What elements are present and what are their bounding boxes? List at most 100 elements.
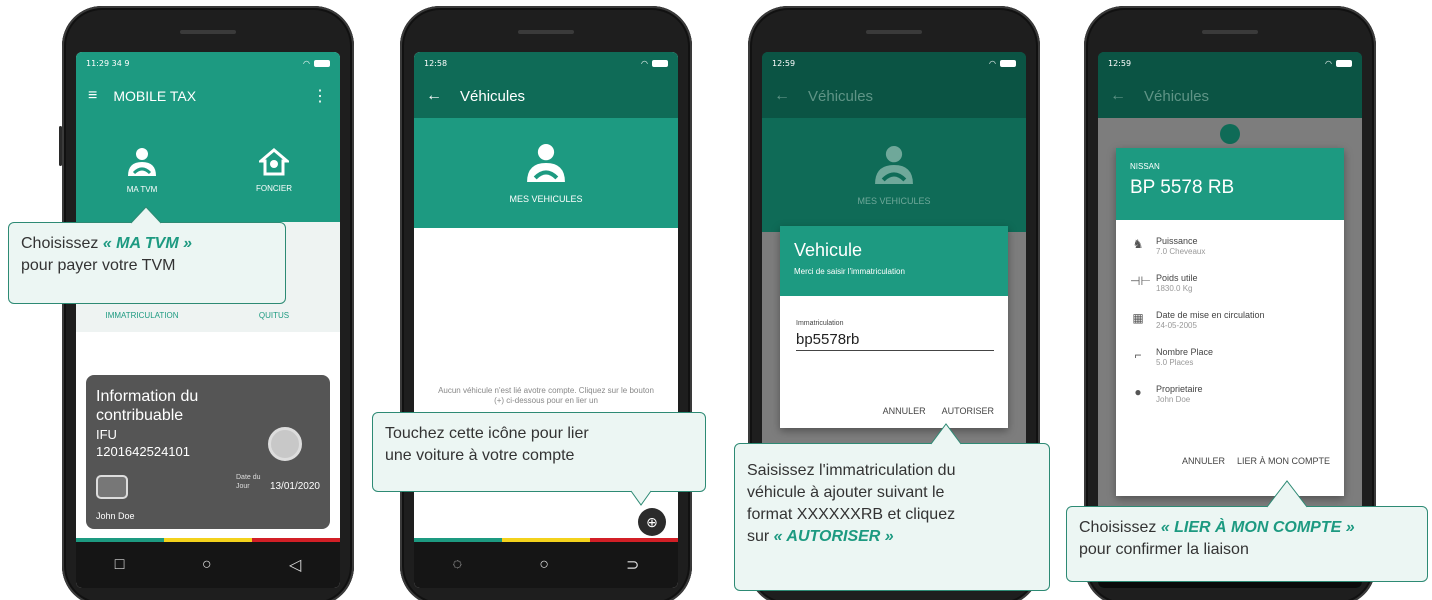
callout-text: une voiture à votre compte bbox=[385, 447, 575, 464]
status-icons: ◠ bbox=[641, 59, 668, 68]
callout-text: Touchez cette icône pour lier bbox=[385, 425, 589, 442]
wifi-icon: ◠ bbox=[989, 58, 996, 68]
phone-screen-2: 12:58 ◠ ← Véhicules MES VEHICULES Aucun … bbox=[414, 52, 678, 588]
status-icons: ◠ bbox=[1325, 59, 1352, 68]
taxpayer-card: Information du contribuable IFU 12016425… bbox=[86, 375, 330, 529]
wifi-icon: ◠ bbox=[303, 58, 310, 68]
system-nav-bar: ◌ ○ ⊃ bbox=[414, 542, 678, 588]
phone-screen-1: 11:29 34 9 ◠ ≡ MOBILE TAX ⋮ MA TVM FONCI… bbox=[76, 52, 340, 588]
vehicles-hero: MES VEHICULES bbox=[414, 118, 678, 228]
driver-icon bbox=[875, 146, 913, 184]
home-button[interactable]: ○ bbox=[202, 556, 212, 574]
callout-emphasis: « LIER À MON COMPTE » bbox=[1160, 519, 1355, 536]
driver-icon bbox=[527, 144, 565, 182]
callout-text: sur bbox=[747, 528, 774, 545]
add-vehicle-fab[interactable]: ⊕ bbox=[638, 508, 666, 536]
tile-label: IMMATRICULATION bbox=[105, 311, 179, 320]
card-name: John Doe bbox=[96, 511, 135, 521]
recents-button[interactable]: ◌ bbox=[453, 556, 463, 574]
callout-text: pour payer votre TVM bbox=[21, 257, 176, 274]
card-title-line1: Information du bbox=[96, 388, 199, 405]
status-bar: 12:59 ◠ bbox=[1098, 52, 1362, 74]
app-bar: ← Véhicules bbox=[1098, 74, 1362, 118]
callout-pointer bbox=[1266, 480, 1308, 508]
callout-immatriculation: Saisissez l'immatriculation du véhicule … bbox=[734, 423, 1050, 591]
detail-row-power: ♞ Puissance 7.0 Cheveaux bbox=[1116, 236, 1344, 257]
phone-frame-2: 12:58 ◠ ← Véhicules MES VEHICULES Aucun … bbox=[400, 6, 692, 600]
callout-emphasis: « MA TVM » bbox=[102, 235, 193, 252]
battery-icon bbox=[314, 59, 330, 67]
cancel-button[interactable]: ANNULER bbox=[883, 406, 926, 416]
wifi-icon: ◠ bbox=[641, 58, 648, 68]
card-date: 13/01/2020 bbox=[269, 481, 320, 492]
callout-link-account: Choisissez « LIER À MON COMPTE » pour co… bbox=[1066, 480, 1428, 582]
recents-button[interactable]: □ bbox=[115, 556, 125, 574]
battery-icon bbox=[652, 59, 668, 67]
detail-row-seats: ⌐ Nombre Place 5.0 Places bbox=[1116, 347, 1344, 368]
hero-label: MES VEHICULES bbox=[509, 194, 583, 204]
detail-row-owner: ● Proprietaire John Doe bbox=[1116, 384, 1344, 405]
field-label: Immatriculation bbox=[796, 320, 844, 327]
hamburger-menu-icon[interactable]: ≡ bbox=[88, 87, 97, 105]
person-icon: ● bbox=[1134, 385, 1142, 399]
callout-text: Saisissez l'immatriculation du bbox=[747, 462, 956, 479]
chess-knight-icon: ♞ bbox=[1132, 237, 1144, 251]
detail-row-weight: ⊣⊢ Poids utile 1830.0 Kg bbox=[1116, 273, 1344, 294]
app-title: MOBILE TAX bbox=[113, 88, 197, 104]
hero-icon-peek bbox=[1220, 124, 1240, 144]
dialog-title: Vehicule bbox=[794, 240, 863, 260]
tile-foncier[interactable]: FONCIER bbox=[208, 118, 340, 222]
back-arrow-icon[interactable]: ← bbox=[426, 87, 442, 105]
detail-value: 1830.0 Kg bbox=[1156, 284, 1193, 293]
driver-icon bbox=[128, 147, 156, 176]
calendar-icon: ▦ bbox=[1132, 311, 1144, 325]
back-button[interactable]: ⊃ bbox=[626, 555, 639, 575]
volume-button bbox=[59, 126, 62, 166]
detail-value: 24-05-2005 bbox=[1156, 321, 1197, 330]
cancel-button[interactable]: ANNULER bbox=[1182, 456, 1225, 466]
screen-title: Véhicules bbox=[808, 87, 874, 105]
plate-input[interactable]: bp5578rb bbox=[796, 331, 994, 351]
battery-icon bbox=[1000, 59, 1016, 67]
link-account-button[interactable]: LIER À MON COMPTE bbox=[1237, 456, 1330, 466]
callout-text: format XXXXXXRB et cliquez bbox=[747, 506, 956, 523]
vehicle-plate: BP 5578 RB bbox=[1130, 177, 1235, 198]
detail-label: Puissance bbox=[1156, 236, 1198, 246]
back-arrow-icon: ← bbox=[774, 87, 790, 104]
home-button[interactable]: ○ bbox=[539, 556, 549, 574]
detail-value: 7.0 Cheveaux bbox=[1156, 247, 1206, 256]
vehicles-hero: MES VEHICULES bbox=[762, 118, 1026, 232]
back-button[interactable]: ◁ bbox=[289, 555, 301, 575]
house-icon bbox=[259, 147, 289, 175]
date-label: Date du Jour bbox=[236, 473, 261, 491]
back-arrow-icon: ← bbox=[1110, 87, 1126, 104]
tile-grid-top: MA TVM FONCIER bbox=[76, 118, 340, 222]
vehicle-make: NISSAN bbox=[1130, 162, 1160, 171]
seat-icon: ⌐ bbox=[1134, 348, 1142, 362]
vehicle-dialog: Vehicule Merci de saisir l'immatriculati… bbox=[780, 226, 1008, 428]
callout-emphasis: « AUTORISER » bbox=[773, 528, 894, 545]
overflow-menu-icon[interactable]: ⋮ bbox=[312, 86, 328, 106]
vehicle-details-dialog: NISSAN BP 5578 RB ♞ Puissance 7.0 Cheveau… bbox=[1116, 148, 1344, 496]
dialog-header: NISSAN BP 5578 RB bbox=[1116, 148, 1344, 220]
status-icons: ◠ bbox=[989, 59, 1016, 68]
tile-label: QUITUS bbox=[258, 311, 290, 320]
app-bar: ← Véhicules bbox=[414, 74, 678, 118]
authorize-button[interactable]: AUTORISER bbox=[942, 406, 994, 416]
detail-value: John Doe bbox=[1156, 395, 1191, 404]
callout-add-icon: Touchez cette icône pour lier une voitur… bbox=[372, 412, 706, 506]
callout-ma-tvm: Choisissez « MA TVM » pour payer votre T… bbox=[8, 206, 286, 304]
screen-title: Véhicules bbox=[460, 87, 526, 105]
sim-chip-icon bbox=[96, 475, 128, 499]
dialog-actions: ANNULER LIER À MON COMPTE bbox=[1182, 456, 1330, 466]
emblem-icon bbox=[268, 427, 302, 461]
status-time: 12:59 bbox=[772, 58, 796, 68]
phone-speaker bbox=[518, 30, 574, 34]
dialog-actions: ANNULER AUTORISER bbox=[883, 406, 994, 416]
detail-label: Date de mise en circulation bbox=[1156, 310, 1265, 320]
phone-speaker bbox=[180, 30, 236, 34]
status-bar: 11:29 34 9 ◠ bbox=[76, 52, 340, 74]
callout-pointer bbox=[130, 206, 162, 224]
callout-pointer bbox=[930, 423, 962, 445]
dialog-subtitle: Merci de saisir l'immatriculation bbox=[794, 267, 905, 276]
